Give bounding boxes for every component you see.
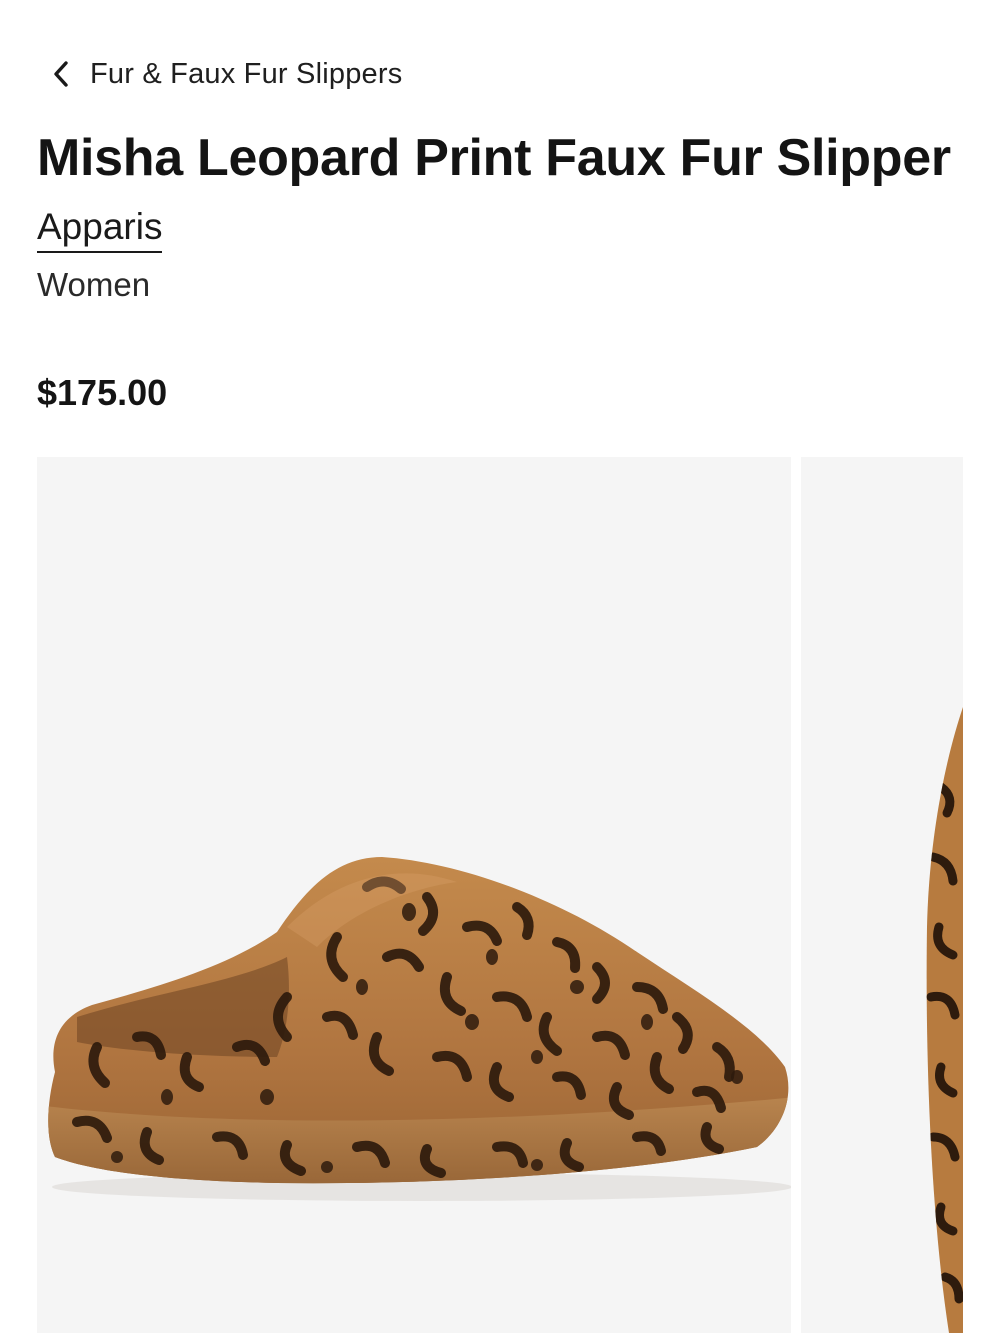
- product-image-main[interactable]: [37, 457, 791, 1333]
- slipper-top-view-illustration: [926, 707, 963, 1333]
- breadcrumb[interactable]: Fur & Faux Fur Slippers: [46, 52, 402, 96]
- product-image-gallery[interactable]: [37, 457, 963, 1333]
- brand-link[interactable]: Apparis: [37, 205, 163, 253]
- product-category: Women: [37, 266, 151, 303]
- product-price: $175.00: [37, 372, 168, 413]
- chevron-left-icon[interactable]: [46, 59, 76, 89]
- breadcrumb-label[interactable]: Fur & Faux Fur Slippers: [90, 58, 402, 91]
- slipper-illustration: [48, 857, 791, 1201]
- product-title: Misha Leopard Print Faux Fur Slipper: [37, 129, 951, 187]
- product-image-secondary[interactable]: [801, 457, 963, 1333]
